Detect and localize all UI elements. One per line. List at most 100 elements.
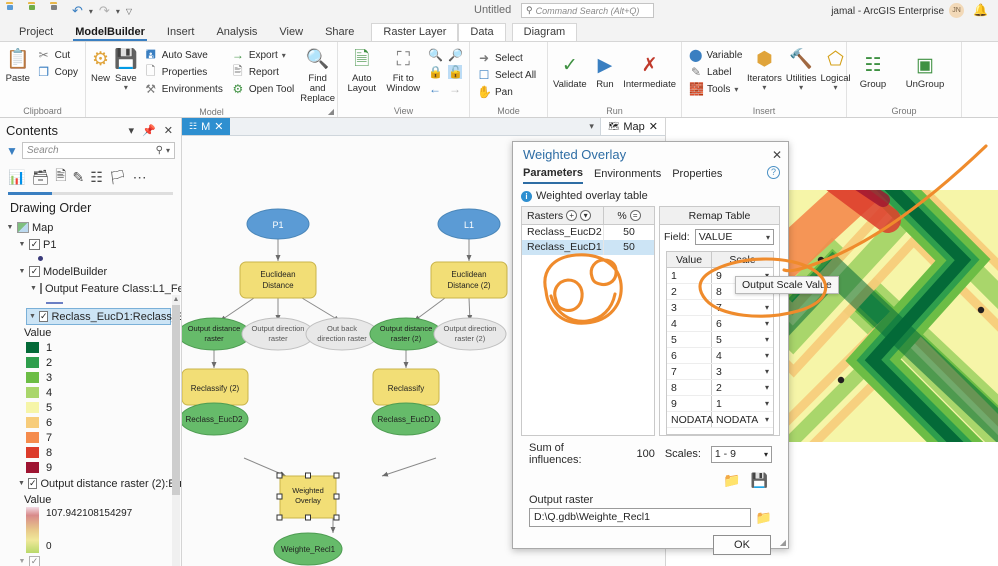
tab-project[interactable]: Project — [8, 24, 64, 41]
help-icon[interactable]: ? — [767, 166, 780, 179]
tree-item-reclass-eucd1[interactable]: ▼ ✓ Reclass_EucD1:Reclass_EucD1 — [26, 308, 171, 325]
fit-to-window-button[interactable]: ⛶ Fit to Window — [384, 45, 424, 96]
tab-raster-layer[interactable]: Raster Layer — [371, 23, 458, 41]
save-table-icon[interactable]: 💾 — [751, 472, 768, 489]
list-by-snapping-icon[interactable]: ☷ — [90, 169, 103, 186]
environments-button[interactable]: ⚒ Environments — [141, 81, 226, 97]
list-by-data-source-icon[interactable]: 🗃 — [31, 169, 49, 186]
tree-item-output-distance-raster[interactable]: ▼ ✓ Output distance raster (2):EucD — [2, 475, 179, 492]
doc-tab-model[interactable]: ☷ M ✕ — [182, 118, 230, 135]
label-button[interactable]: ✎ Label — [686, 64, 744, 80]
more-options-icon[interactable]: ⋯ — [133, 169, 147, 186]
zoom-in-icon[interactable]: 🔍 — [428, 48, 442, 62]
expander-icon[interactable]: ▼ — [18, 480, 25, 487]
save-as-icon[interactable] — [50, 4, 66, 18]
zoom-out-icon[interactable]: 🔎 — [448, 48, 462, 62]
table-row[interactable]: 8 2 ▾ — [667, 380, 773, 396]
iterators-dropdown-icon[interactable]: ▾ — [762, 84, 766, 92]
chevron-down-icon[interactable]: ▾ — [589, 121, 594, 132]
chevron-down-icon[interactable]: ▾ — [765, 380, 773, 396]
expander-icon[interactable]: ▼ — [18, 268, 26, 275]
chevron-down-icon[interactable]: ▾ — [765, 396, 773, 412]
scales-select[interactable]: 1 - 9 ▾ — [711, 446, 772, 463]
undo-icon[interactable]: ↶ — [72, 4, 83, 18]
rasters-table[interactable]: Rasters + ▾ % = Reclass_EucD2 50 Reclass… — [521, 206, 655, 436]
list-by-drawing-order-icon[interactable]: 📊 — [8, 169, 25, 186]
paste-button[interactable]: 📋 Paste — [4, 45, 32, 86]
raster-percent[interactable]: 50 — [604, 240, 654, 255]
utilities-dropdown-icon[interactable]: ▾ — [799, 84, 803, 92]
tree-item-p1[interactable]: ▼ ✓ P1 — [2, 236, 179, 253]
new-model-button[interactable]: ⚙ New — [90, 45, 111, 86]
account-area[interactable]: jamal - ArcGIS Enterprise JN — [831, 4, 964, 18]
chevron-down-icon[interactable]: ▾ — [765, 412, 773, 428]
layer-checkbox[interactable]: ✓ — [39, 311, 49, 322]
ok-button[interactable]: OK — [713, 535, 771, 555]
export-dropdown-icon[interactable]: ▾ — [282, 51, 286, 60]
avatar[interactable]: JN — [949, 3, 964, 18]
scale-cell[interactable]: 4 ▾ — [712, 348, 773, 363]
close-icon[interactable]: ✕ — [214, 120, 223, 133]
save-model-button[interactable]: 💾 Save ▾ — [113, 45, 139, 94]
list-by-selection-icon[interactable]: 🖹 — [55, 165, 66, 189]
scroll-up-icon[interactable]: ▲ — [172, 295, 180, 304]
expander-icon[interactable]: ▼ — [30, 285, 37, 292]
chevron-down-icon[interactable]: ▾ — [166, 146, 170, 155]
table-row[interactable]: 5 5 ▾ — [667, 332, 773, 348]
table-row[interactable]: 3 7 ▾ — [667, 300, 773, 316]
tree-item-modelbuilder[interactable]: ▼ ✓ ModelBuilder — [2, 263, 179, 280]
tree-item-map[interactable]: ▼ Map — [2, 219, 179, 236]
expander-icon[interactable]: ▼ — [18, 241, 26, 248]
list-by-labeling-icon[interactable]: 🏳 — [109, 169, 127, 186]
contents-search-input[interactable]: Search ⚲ ▾ — [22, 142, 175, 159]
contents-menu-icon[interactable]: ▾ — [127, 124, 137, 137]
load-table-icon[interactable]: 📁 — [723, 472, 740, 489]
table-row[interactable]: 9 1 ▾ — [667, 396, 773, 412]
tab-data[interactable]: Data — [458, 23, 505, 41]
tab-view[interactable]: View — [268, 24, 314, 41]
output-raster-input[interactable]: D:\Q.gdb\Weighte_Recl1 — [529, 508, 751, 527]
info-icon[interactable]: i — [521, 191, 532, 202]
redo-icon[interactable]: ↷ — [99, 4, 110, 18]
layer-checkbox[interactable]: ✓ — [28, 478, 38, 489]
tab-analysis[interactable]: Analysis — [205, 24, 268, 41]
logical-dropdown-icon[interactable]: ▾ — [834, 84, 838, 92]
open-project-icon[interactable] — [6, 4, 22, 18]
tab-insert[interactable]: Insert — [156, 24, 206, 41]
layer-checkbox[interactable] — [40, 283, 42, 294]
layer-checkbox[interactable]: ✓ — [29, 266, 40, 277]
tab-parameters[interactable]: Parameters — [523, 167, 583, 184]
command-search-input[interactable]: ⚲ Command Search (Alt+Q) — [521, 3, 654, 18]
forward-arrow-icon[interactable]: → — [448, 82, 462, 96]
expander-icon[interactable]: ▼ — [29, 313, 36, 320]
save-project-icon[interactable] — [28, 4, 44, 18]
field-select[interactable]: VALUE ▾ — [695, 229, 774, 245]
browse-folder-icon[interactable]: 📁 — [756, 510, 772, 526]
tree-item-next-layer[interactable]: ▼ ✓ — [2, 553, 179, 566]
select-button[interactable]: ➜ Select — [474, 50, 539, 66]
tools-button[interactable]: 🧱 Tools ▾ — [686, 81, 744, 97]
model-group-dialog-launcher[interactable]: ◢ — [328, 107, 334, 116]
scrollbar-thumb[interactable] — [172, 305, 180, 495]
chevron-down-icon[interactable]: ▾ — [765, 300, 773, 316]
scale-cell[interactable]: 7 ▾ — [712, 300, 773, 315]
layer-checkbox[interactable]: ✓ — [29, 556, 40, 566]
tree-item-output-feature-class[interactable]: ▼ Output Feature Class:L1_Featur — [2, 280, 179, 297]
undo-dropdown-icon[interactable]: ▾ — [89, 7, 93, 16]
table-row[interactable]: Reclass_EucD1 50 — [522, 240, 654, 255]
run-button[interactable]: ▶ Run — [590, 51, 621, 92]
expander-icon[interactable]: ▼ — [6, 224, 14, 231]
open-tool-button[interactable]: ⚙ Open Tool — [228, 81, 297, 97]
expander-icon[interactable]: ▼ — [18, 558, 26, 565]
close-icon[interactable]: ✕ — [772, 148, 782, 162]
list-by-editing-icon[interactable]: ✎ — [72, 169, 84, 186]
tab-modelbuilder[interactable]: ModelBuilder — [64, 24, 156, 41]
lock-icon[interactable]: 🔒 — [428, 65, 442, 79]
close-icon[interactable]: ✕ — [649, 120, 658, 133]
unlock-icon[interactable]: 🔓 — [448, 65, 462, 79]
layer-checkbox[interactable]: ✓ — [29, 239, 40, 250]
table-row[interactable]: NODATA NODATA ▾ — [667, 412, 773, 428]
tab-environments[interactable]: Environments — [594, 168, 661, 183]
redo-dropdown-icon[interactable]: ▾ — [116, 7, 120, 16]
equalize-percent-icon[interactable]: = — [630, 210, 641, 221]
